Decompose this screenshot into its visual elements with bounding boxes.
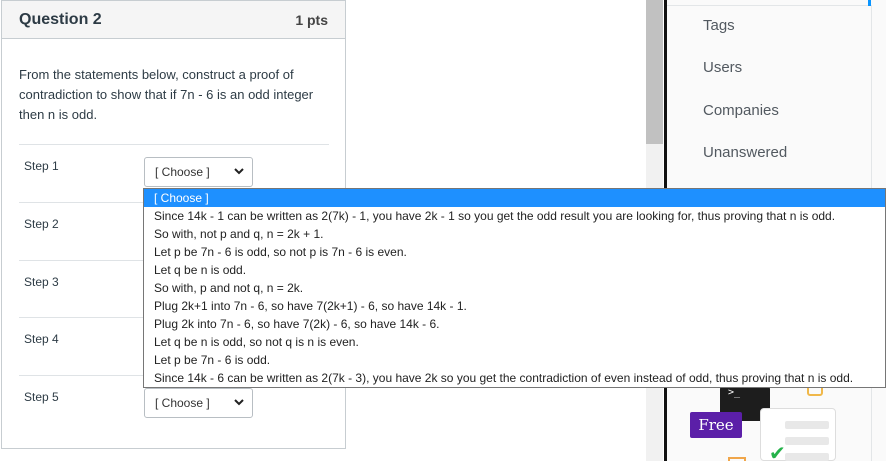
dropdown-option[interactable]: Let p be 7n - 6 is odd. <box>144 351 885 369</box>
terminal-prompt: >_ <box>728 387 741 398</box>
step-1-select[interactable]: [ Choose ] <box>144 157 253 187</box>
step-label: Step 1 <box>24 159 59 173</box>
ad-card: ✔ <box>760 408 836 461</box>
chevron-down-icon <box>234 399 244 406</box>
ad-card-line <box>785 421 829 429</box>
ad-card-line <box>785 453 829 461</box>
checkmark-icon: ✔ <box>769 443 786 461</box>
dropdown-option[interactable]: Plug 2k+1 into 7n - 6, so have 7(2k+1) -… <box>144 297 885 315</box>
step-label: Step 5 <box>24 390 59 404</box>
sidebar-top-border <box>667 0 872 6</box>
free-badge[interactable]: Free <box>690 412 742 438</box>
sidebar-item-tags[interactable]: Tags <box>703 17 735 34</box>
question-text: From the statements below, construct a p… <box>19 67 314 122</box>
sidebar-item-unanswered[interactable]: Unanswered <box>703 144 787 161</box>
question-header: Question 2 1 pts <box>2 1 345 39</box>
step1-dropdown-list[interactable]: [ Choose ] Since 14k - 1 can be written a… <box>143 188 886 388</box>
chevron-down-icon <box>234 168 244 175</box>
scrollbar-thumb[interactable] <box>646 0 663 144</box>
dropdown-option[interactable]: [ Choose ] <box>144 189 885 207</box>
select-value: [ Choose ] <box>155 396 210 410</box>
question-points: 1 pts <box>295 11 328 28</box>
ad-card-line <box>785 437 829 445</box>
dropdown-option[interactable]: So with, p and not q, n = 2k. <box>144 279 885 297</box>
dropdown-option[interactable]: Since 14k - 6 can be written as 2(7k - 3… <box>144 369 885 387</box>
step-label: Step 3 <box>24 275 59 289</box>
select-value: [ Choose ] <box>155 165 210 179</box>
sidebar-item-companies[interactable]: Companies <box>703 102 779 119</box>
advertisement[interactable]: >_ ✔ Free <box>690 385 840 461</box>
dropdown-option[interactable]: So with, not p and q, n = 2k + 1. <box>144 225 885 243</box>
dropdown-option[interactable]: Let q be n is odd, so not q is n is even… <box>144 333 885 351</box>
dropdown-option[interactable]: Let p be 7n - 6 is odd, so not p is 7n -… <box>144 243 885 261</box>
ad-decoration <box>728 457 746 461</box>
dropdown-option[interactable]: Let q be n is odd. <box>144 261 885 279</box>
step-label: Step 2 <box>24 217 59 231</box>
step-5-select[interactable]: [ Choose ] <box>144 388 253 418</box>
sidebar-active-indicator <box>868 0 871 6</box>
step-label: Step 4 <box>24 332 59 346</box>
dropdown-option[interactable]: Since 14k - 1 can be written as 2(7k) - … <box>144 207 885 225</box>
dropdown-option[interactable]: Plug 2k into 7n - 6, so have 7(2k) - 6, … <box>144 315 885 333</box>
sidebar-item-users[interactable]: Users <box>703 59 742 76</box>
question-title: Question 2 <box>19 10 102 28</box>
